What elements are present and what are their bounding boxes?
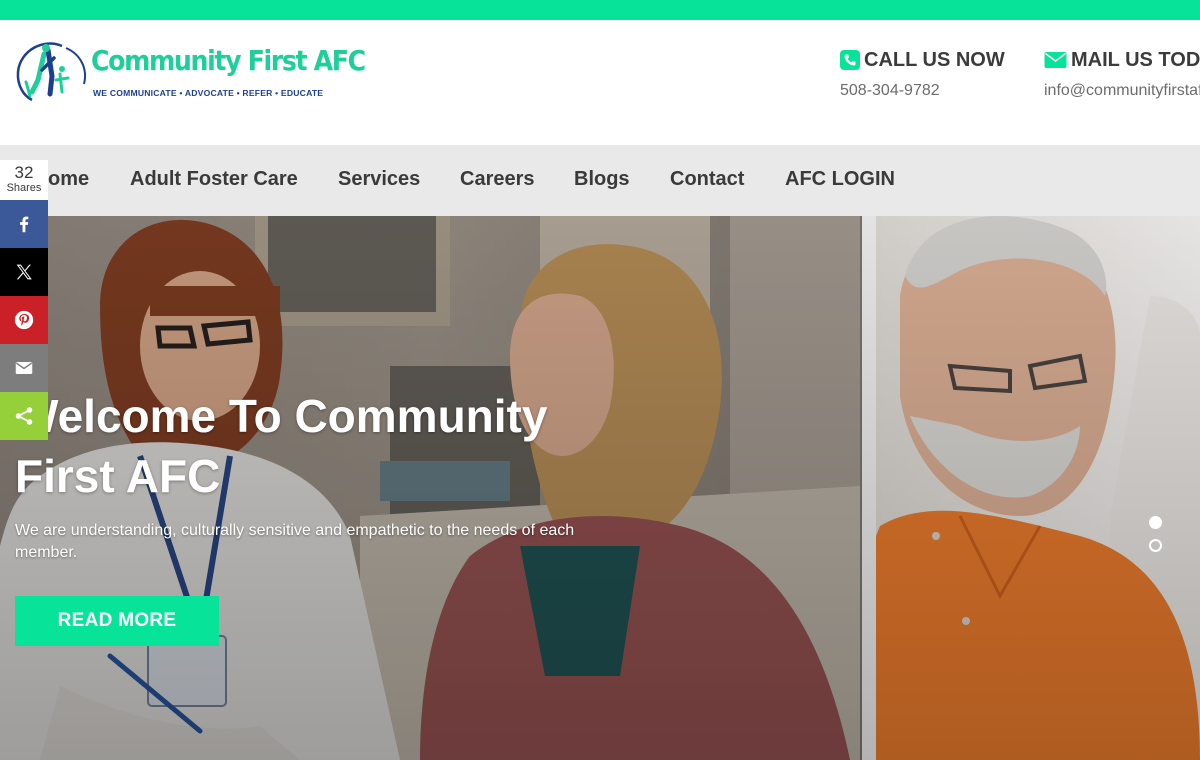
nav-item-contact[interactable]: Contact xyxy=(670,168,744,191)
main-nav: ome Adult Foster Care Services Careers B… xyxy=(0,145,1200,216)
nav-item-blogs[interactable]: Blogs xyxy=(574,168,630,191)
mail-us-block[interactable]: MAIL US TOD info@communityfirstaf xyxy=(1044,48,1200,100)
logo-tagline: WE COMMUNICATE • ADVOCATE • REFER • EDUC… xyxy=(93,88,324,98)
call-us-title: CALL US NOW xyxy=(864,48,1005,71)
page: Community First AFC WE COMMUNICATE • ADV… xyxy=(0,0,1200,760)
nav-item-adult-foster-care[interactable]: Adult Foster Care xyxy=(130,168,298,191)
nav-item-home[interactable]: ome xyxy=(48,168,89,191)
top-accent-bar xyxy=(0,0,1200,20)
share-count-number: 32 xyxy=(14,163,34,182)
share-pinterest-button[interactable] xyxy=(0,296,48,344)
share-facebook-button[interactable] xyxy=(0,200,48,248)
mail-us-title: MAIL US TOD xyxy=(1071,48,1200,71)
email-address[interactable]: info@communityfirstaf xyxy=(1044,82,1200,100)
hero-slider: Welcome To Community First AFC We are un… xyxy=(0,216,1200,760)
phone-number[interactable]: 508-304-9782 xyxy=(840,82,1005,100)
hero-subtitle: We are understanding, culturally sensiti… xyxy=(15,522,575,561)
share-count-label: Shares xyxy=(6,182,42,194)
share-more-button[interactable] xyxy=(0,392,48,440)
site-header: Community First AFC WE COMMUNICATE • ADV… xyxy=(0,20,1200,145)
phone-icon xyxy=(840,50,860,70)
share-icon xyxy=(15,407,33,425)
call-us-block[interactable]: CALL US NOW 508-304-9782 xyxy=(840,48,1005,100)
share-email-button[interactable] xyxy=(0,344,48,392)
nav-item-afc-login[interactable]: AFC LOGIN xyxy=(785,168,895,191)
envelope-icon xyxy=(1044,52,1067,68)
nav-item-careers[interactable]: Careers xyxy=(460,168,535,191)
logo-name: Community First AFC xyxy=(91,44,366,77)
slider-dot-1[interactable] xyxy=(1149,516,1162,529)
slider-dot-2[interactable] xyxy=(1149,539,1162,552)
x-icon xyxy=(16,264,32,280)
email-icon xyxy=(15,362,33,374)
pinterest-icon xyxy=(14,310,34,330)
people-circle-logo-icon xyxy=(16,42,86,102)
site-logo[interactable]: Community First AFC WE COMMUNICATE • ADV… xyxy=(14,40,366,102)
read-more-button[interactable]: READ MORE xyxy=(15,596,219,646)
social-share-bar: 32 Shares xyxy=(0,160,48,440)
nav-item-services[interactable]: Services xyxy=(338,168,420,191)
share-x-button[interactable] xyxy=(0,248,48,296)
facebook-icon xyxy=(20,216,29,233)
share-count: 32 Shares xyxy=(0,160,48,200)
hero-title: Welcome To Community First AFC xyxy=(15,390,548,502)
